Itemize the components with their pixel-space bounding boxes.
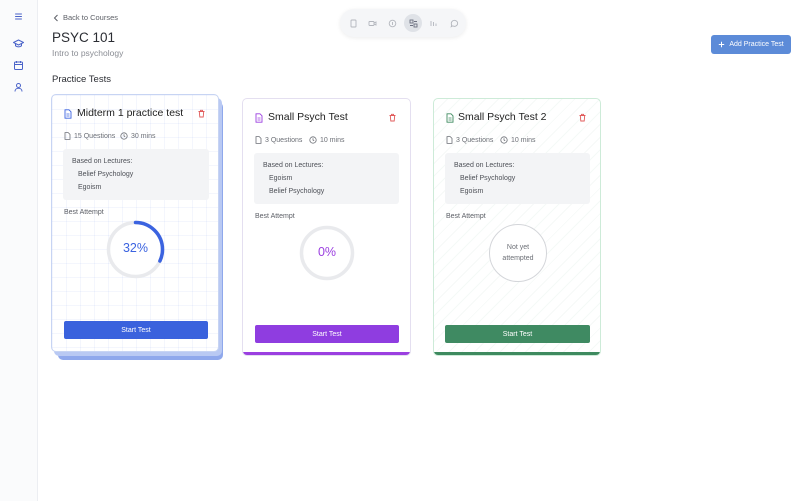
clock-icon: [120, 132, 128, 140]
card-title: Small Psych Test 2: [458, 111, 547, 123]
start-test-button[interactable]: Start Test: [64, 321, 208, 339]
lecture-item: Belief Psychology: [78, 171, 134, 178]
lecture-item: Belief Psychology: [269, 188, 325, 195]
lectures-label: Based on Lectures:: [263, 162, 324, 169]
score-percent: 0%: [317, 245, 337, 259]
card-accent-bar: [434, 352, 600, 355]
start-test-button[interactable]: Start Test: [255, 325, 399, 343]
user-icon[interactable]: [12, 81, 25, 94]
duration: 10 mins: [309, 136, 345, 144]
card-title: Midterm 1 practice test: [77, 107, 184, 119]
graduation-cap-icon[interactable]: [12, 37, 25, 50]
lecture-item: Egoism: [269, 175, 293, 182]
chart-icon[interactable]: [424, 14, 442, 32]
trash-icon[interactable]: [388, 113, 397, 122]
back-link-label: Back to Courses: [63, 13, 119, 22]
file-icon: [255, 136, 262, 144]
document-icon: [64, 109, 72, 119]
score-percent: 32%: [122, 241, 149, 255]
lectures-box: Based on Lectures: Belief Psychology Ego…: [63, 149, 209, 200]
sidebar: [0, 0, 38, 501]
practice-test-card: Small Psych Test 2 3 Questions 10 mins B…: [433, 98, 601, 358]
chevron-left-icon: [53, 14, 59, 22]
document-icon: [446, 113, 454, 123]
file-icon: [446, 136, 453, 144]
course-subtitle: Intro to psychology: [52, 48, 124, 58]
best-attempt-label: Best Attempt: [64, 209, 104, 216]
start-test-button[interactable]: Start Test: [445, 325, 590, 343]
card-body: Small Psych Test 2 3 Questions 10 mins B…: [433, 98, 601, 356]
trash-icon[interactable]: [197, 109, 206, 118]
trash-icon[interactable]: [578, 113, 587, 122]
question-count: 15 Questions: [64, 132, 115, 140]
duration: 30 mins: [120, 132, 156, 140]
section-title: Practice Tests: [52, 74, 111, 85]
menu-icon[interactable]: [12, 10, 25, 23]
flashcards-icon[interactable]: [404, 14, 422, 32]
card-accent-bar: [243, 352, 410, 355]
lectures-box: Based on Lectures: Belief Psychology Ego…: [445, 153, 590, 204]
lectures-label: Based on Lectures:: [454, 162, 515, 169]
back-to-courses-link[interactable]: Back to Courses: [53, 13, 118, 22]
question-count: 3 Questions: [255, 136, 302, 144]
calendar-icon[interactable]: [12, 59, 25, 72]
file-icon: [64, 132, 71, 140]
lecture-item: Egoism: [460, 188, 484, 195]
practice-test-card: Midterm 1 practice test 15 Questions 30 …: [51, 94, 226, 364]
add-practice-test-button[interactable]: Add Practice Test: [711, 35, 791, 54]
clock-icon: [500, 136, 508, 144]
toolbar: [340, 9, 466, 37]
book-icon[interactable]: [344, 14, 362, 32]
video-icon[interactable]: [363, 14, 381, 32]
not-attempted-text: Not yet attempted: [502, 244, 534, 262]
duration: 10 mins: [500, 136, 536, 144]
course-title: PSYC 101: [52, 30, 116, 45]
lectures-label: Based on Lectures:: [72, 158, 133, 165]
card-title: Small Psych Test: [268, 111, 348, 123]
document-icon: [255, 113, 263, 123]
card-body: Small Psych Test 3 Questions 10 mins Bas…: [242, 98, 411, 356]
best-attempt-label: Best Attempt: [255, 213, 295, 220]
lectures-box: Based on Lectures: Egoism Belief Psychol…: [254, 153, 399, 204]
lecture-item: Belief Psychology: [460, 175, 516, 182]
question-count: 3 Questions: [446, 136, 493, 144]
best-attempt-label: Best Attempt: [446, 213, 486, 220]
practice-test-card: Small Psych Test 3 Questions 10 mins Bas…: [242, 98, 411, 358]
card-body: Midterm 1 practice test 15 Questions 30 …: [51, 94, 219, 352]
clock-icon: [309, 136, 317, 144]
add-button-label: Add Practice Test: [729, 41, 784, 48]
coin-icon[interactable]: [383, 14, 401, 32]
lecture-item: Egoism: [78, 184, 102, 191]
chat-icon[interactable]: [445, 14, 463, 32]
plus-icon: [718, 41, 725, 48]
